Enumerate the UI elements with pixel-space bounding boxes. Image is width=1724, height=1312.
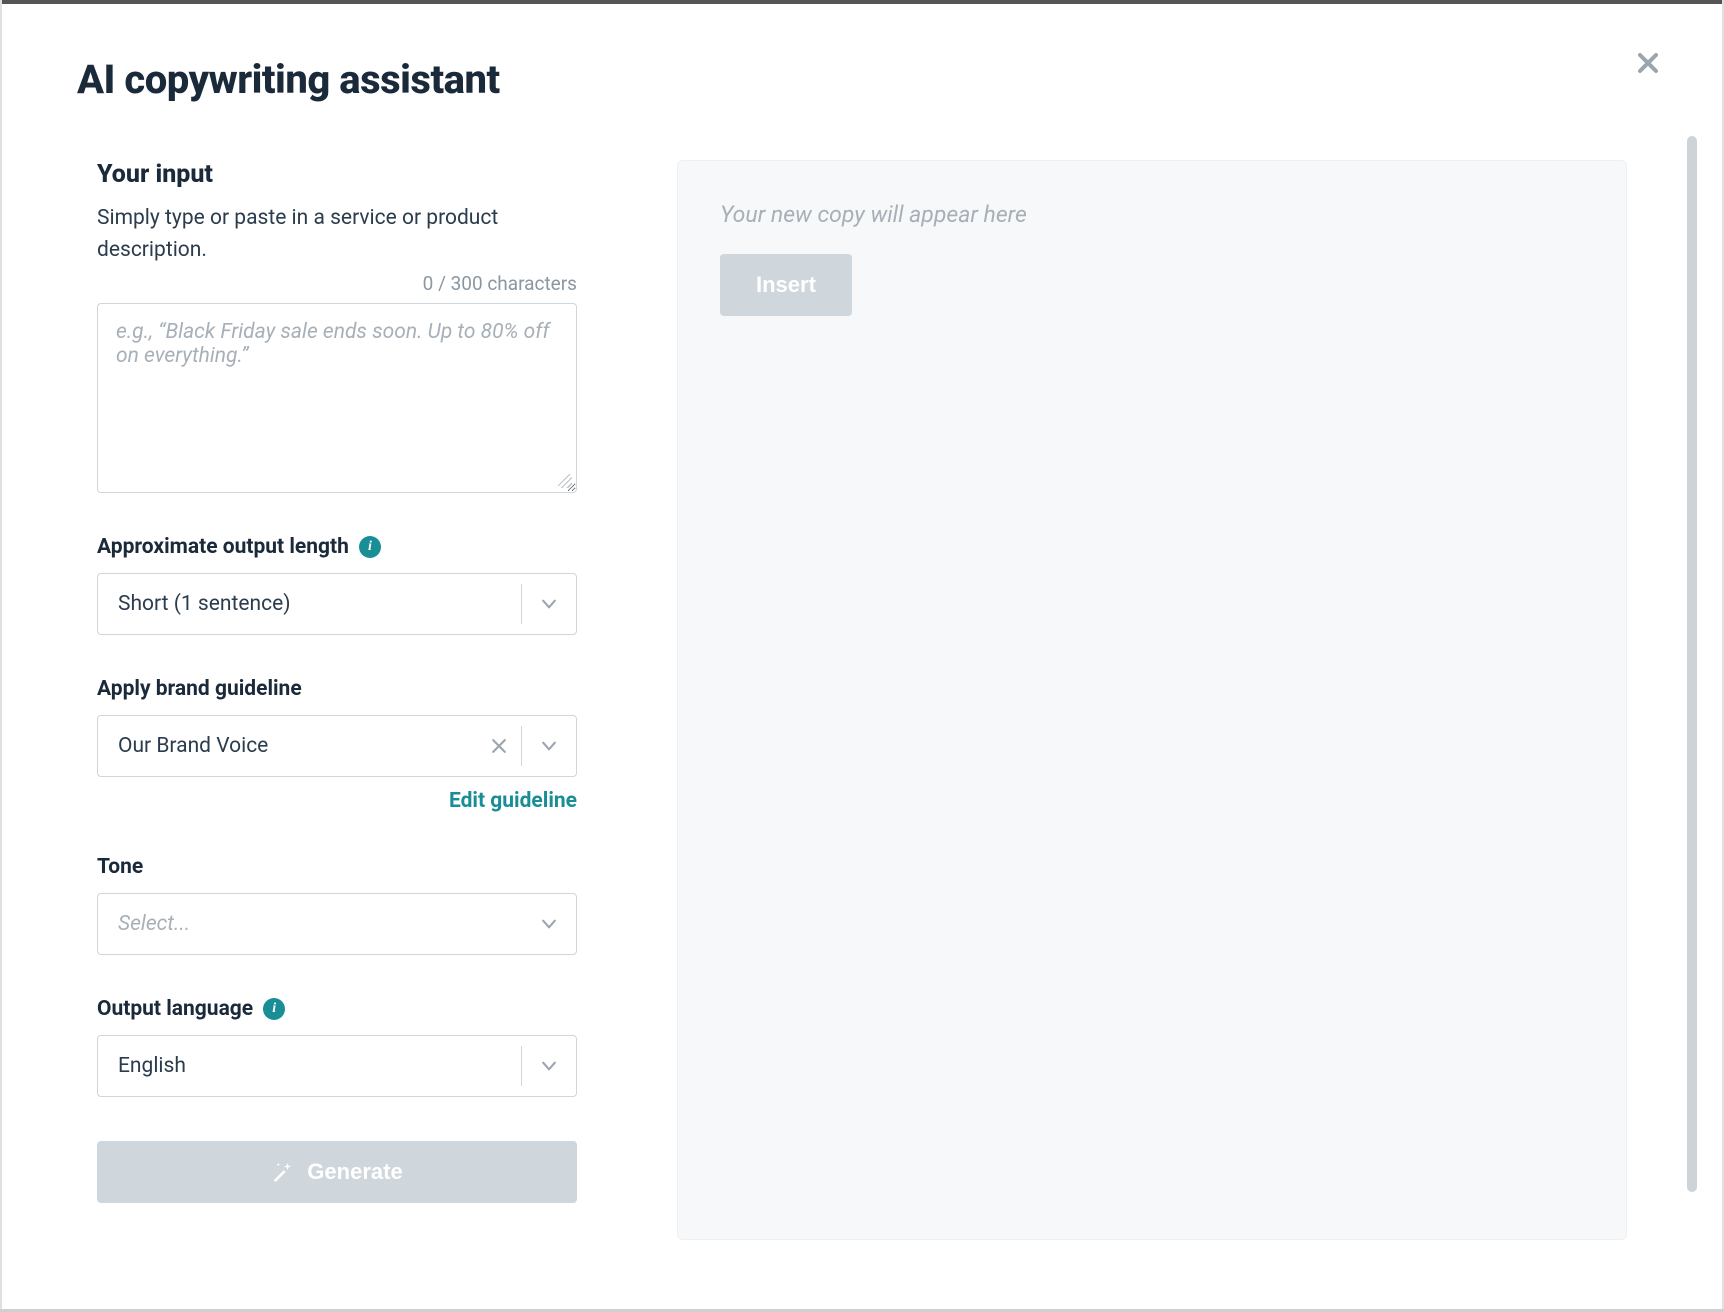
brand-guideline-value: Our Brand Voice (98, 716, 477, 776)
modal-title: AI copywriting assistant (77, 56, 500, 103)
generate-button-label: Generate (307, 1159, 402, 1185)
chevron-down-icon[interactable] (522, 894, 576, 954)
clear-brand-guideline-button[interactable] (477, 716, 521, 776)
input-column: Your input Simply type or paste in a ser… (97, 160, 577, 1268)
brand-guideline-label: Apply brand guideline (97, 677, 302, 701)
output-length-select[interactable]: Short (1 sentence) (97, 573, 577, 635)
character-counter: 0 / 300 characters (97, 272, 577, 295)
output-placeholder-text: Your new copy will appear here (720, 201, 1584, 228)
tone-placeholder: Select... (98, 894, 522, 954)
x-icon (489, 736, 509, 756)
output-language-label: Output language (97, 997, 253, 1021)
info-icon[interactable]: i (359, 536, 381, 558)
modal: AI copywriting assistant Your input Simp… (3, 4, 1721, 1308)
info-icon[interactable]: i (263, 998, 285, 1020)
tone-select[interactable]: Select... (97, 893, 577, 955)
output-length-label: Approximate output length (97, 535, 349, 559)
output-panel: Your new copy will appear here Insert (677, 160, 1627, 1240)
insert-button[interactable]: Insert (720, 254, 852, 316)
chevron-down-icon[interactable] (522, 1036, 576, 1096)
scrollbar[interactable] (1687, 136, 1697, 1192)
input-heading: Your input (97, 160, 577, 189)
input-description: Simply type or paste in a service or pro… (97, 203, 577, 266)
description-input[interactable]: e.g., “Black Friday sale ends soon. Up t… (97, 303, 577, 493)
tone-label: Tone (97, 855, 143, 879)
insert-button-label: Insert (756, 272, 816, 297)
window-left-border (0, 0, 2, 1312)
close-icon (1636, 51, 1660, 75)
magic-wand-icon (271, 1161, 293, 1183)
brand-guideline-select[interactable]: Our Brand Voice (97, 715, 577, 777)
output-language-value: English (98, 1036, 521, 1096)
close-button[interactable] (1631, 46, 1665, 80)
edit-guideline-link[interactable]: Edit guideline (449, 789, 577, 813)
chevron-down-icon[interactable] (522, 574, 576, 634)
generate-button[interactable]: Generate (97, 1141, 577, 1203)
output-length-value: Short (1 sentence) (98, 574, 521, 634)
output-language-select[interactable]: English (97, 1035, 577, 1097)
chevron-down-icon[interactable] (522, 716, 576, 776)
